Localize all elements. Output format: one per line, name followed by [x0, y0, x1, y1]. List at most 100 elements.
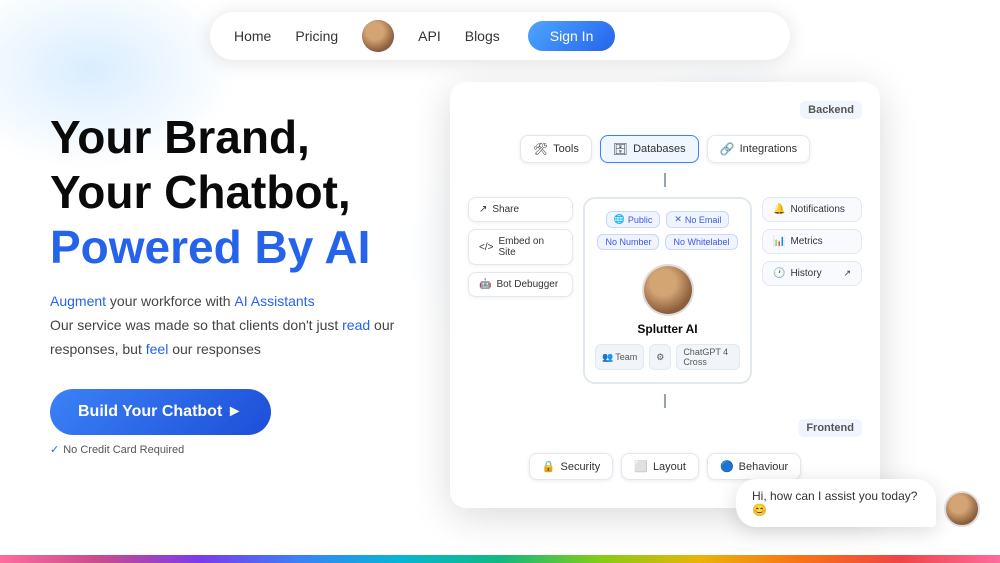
backend-label: Backend [800, 101, 862, 119]
right-actions: 🔔 Notifications 📊 Metrics 🕐 History ↗ [762, 197, 862, 384]
layout-label: Layout [653, 461, 686, 473]
diagram-card: Backend 🛠 Tools 🗄 Databases 🔗 Integratio… [450, 82, 880, 508]
public-pill[interactable]: 🌐 Public [606, 211, 661, 228]
navbar: Home Pricing API Blogs Sign In [0, 0, 1000, 72]
layout-icon: ⬜ [634, 460, 648, 473]
hero-title-blue: Powered By AI [50, 221, 470, 274]
signin-button[interactable]: Sign In [528, 21, 616, 51]
team-label: Team [615, 352, 637, 362]
public-label: Public [628, 215, 653, 225]
integrations-btn[interactable]: 🔗 Integrations [707, 135, 810, 163]
no-number-pill[interactable]: No Number [597, 234, 659, 250]
hero-desc-mid1: your workforce with [106, 293, 234, 309]
frontend-section: Frontend 🔒 Security ⬜ Layout 🔵 Behaviour [468, 418, 862, 480]
no-cc-label: ✓ No Credit Card Required [50, 443, 470, 456]
dashboard-section: Backend 🛠 Tools 🗄 Databases 🔗 Integratio… [450, 82, 950, 508]
metrics-icon: 📊 [773, 236, 785, 247]
layout-btn[interactable]: ⬜ Layout [621, 453, 699, 480]
embed-label: Embed on Site [498, 236, 562, 258]
hero-title-line1: Your Brand, [50, 112, 470, 163]
tools-btn[interactable]: 🛠 Tools [520, 135, 592, 163]
chatgpt-label: ChatGPT 4 Cross [683, 347, 733, 367]
share-btn[interactable]: ↗ Share [468, 197, 573, 222]
hero-read-word: read [342, 317, 370, 333]
settings-icon: ⚙ [656, 352, 664, 363]
frontend-label: Frontend [798, 419, 862, 437]
share-label: Share [492, 204, 519, 215]
behaviour-icon: 🔵 [720, 460, 734, 473]
bot-avatar-image [644, 266, 692, 314]
debugger-icon: 🤖 [479, 279, 491, 290]
hero-ai-word: AI Assistants [234, 293, 314, 309]
no-email-label: No Email [685, 215, 722, 225]
integrations-icon: 🔗 [720, 142, 735, 156]
chat-bubble-text: Hi, how can I assist you today? 😊 [752, 489, 917, 517]
no-whitelabel-pill[interactable]: No Whitelabel [665, 234, 737, 250]
backend-row: 🛠 Tools 🗄 Databases 🔗 Integrations [468, 135, 862, 163]
connector-top [664, 173, 666, 187]
diagram-middle: ↗ Share </> Embed on Site 🤖 Bot Debugger [468, 197, 862, 384]
team-chip[interactable]: 👥 Team [595, 344, 644, 370]
hero-title-line2: Your Chatbot, [50, 167, 470, 218]
no-email-pill[interactable]: ✕ No Email [666, 211, 729, 228]
frontend-row: 🔒 Security ⬜ Layout 🔵 Behaviour [468, 453, 862, 480]
main-content: Your Brand, Your Chatbot, Powered By AI … [0, 72, 1000, 508]
connector-bottom [664, 394, 666, 408]
behaviour-btn[interactable]: 🔵 Behaviour [707, 453, 801, 480]
security-icon: 🔒 [542, 460, 556, 473]
tools-label: Tools [553, 143, 579, 155]
no-cc-text: No Credit Card Required [63, 444, 184, 456]
metrics-btn[interactable]: 📊 Metrics [762, 229, 862, 254]
nav-home[interactable]: Home [234, 28, 271, 44]
chat-bubble-container: Hi, how can I assist you today? 😊 [736, 479, 980, 527]
debugger-label: Bot Debugger [496, 279, 558, 290]
hero-desc-line3-end: our responses [168, 341, 261, 357]
checkmark-icon: ✓ [50, 443, 59, 456]
hero-feel-word: feel [146, 341, 169, 357]
no-whitelabel-label: No Whitelabel [673, 237, 729, 247]
nav-api[interactable]: API [418, 28, 441, 44]
chat-bot-avatar[interactable] [944, 491, 980, 527]
embed-icon: </> [479, 242, 493, 253]
embed-btn[interactable]: </> Embed on Site [468, 229, 573, 265]
nav-blogs[interactable]: Blogs [465, 28, 500, 44]
hero-desc-line3-pre: responses, but [50, 341, 146, 357]
hero-desc-line2-mid: our [370, 317, 394, 333]
databases-icon: 🗄 [613, 142, 628, 156]
databases-btn[interactable]: 🗄 Databases [600, 135, 699, 163]
bot-debugger-btn[interactable]: 🤖 Bot Debugger [468, 272, 573, 297]
metrics-label: Metrics [790, 236, 822, 247]
no-email-icon: ✕ [674, 214, 682, 225]
public-icon: 🌐 [614, 214, 625, 225]
history-btn[interactable]: 🕐 History ↗ [762, 261, 862, 286]
history-icon: 🕐 [773, 268, 785, 279]
cta-button[interactable]: Build Your Chatbot ► [50, 389, 271, 435]
bot-action-row: 👥 Team ⚙ ChatGPT 4 Cross [595, 344, 740, 370]
nav-pricing[interactable]: Pricing [295, 28, 338, 44]
bot-name: Splutter AI [637, 322, 697, 336]
left-actions: ↗ Share </> Embed on Site 🤖 Bot Debugger [468, 197, 573, 384]
navbar-inner: Home Pricing API Blogs Sign In [210, 12, 790, 60]
settings-chip[interactable]: ⚙ [649, 344, 671, 370]
history-link-icon: ↗ [843, 268, 851, 279]
security-label: Security [560, 461, 600, 473]
chatgpt-chip[interactable]: ChatGPT 4 Cross [676, 344, 740, 370]
no-number-label: No Number [605, 237, 651, 247]
tools-icon: 🛠 [533, 142, 548, 156]
team-icon: 👥 [602, 352, 613, 363]
avatar-image [362, 20, 394, 52]
security-btn[interactable]: 🔒 Security [529, 453, 613, 480]
center-card: 🌐 Public ✕ No Email No Number No Whitela… [583, 197, 752, 384]
history-label: History [790, 268, 821, 279]
avatar[interactable] [362, 20, 394, 52]
hero-section: Your Brand, Your Chatbot, Powered By AI … [50, 92, 470, 456]
share-icon: ↗ [479, 204, 487, 215]
hero-desc-line2-pre: Our service was made so that clients don… [50, 317, 342, 333]
bot-pills: 🌐 Public ✕ No Email No Number No Whitela… [595, 211, 740, 250]
notifications-icon: 🔔 [773, 204, 785, 215]
bottom-gradient-bar [0, 555, 1000, 563]
notifications-label: Notifications [790, 204, 844, 215]
notifications-btn[interactable]: 🔔 Notifications [762, 197, 862, 222]
nav-links: Home Pricing API Blogs [234, 20, 500, 52]
chat-bubble: Hi, how can I assist you today? 😊 [736, 479, 936, 527]
